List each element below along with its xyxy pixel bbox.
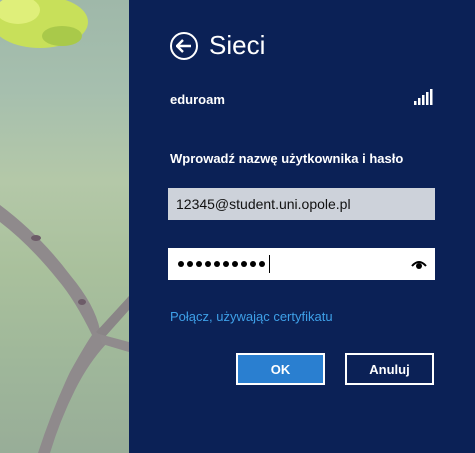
credentials-prompt: Wprowadź nazwę użytkownika i hasło [170,151,404,166]
password-mask [178,255,270,273]
back-button[interactable] [170,32,198,60]
network-name: eduroam [170,92,225,107]
eye-icon[interactable] [411,258,427,270]
ok-button[interactable]: OK [236,353,325,385]
username-field[interactable] [168,188,435,220]
wifi-signal-icon [414,89,433,105]
certificate-link[interactable]: Połącz, używając certyfikatu [170,309,333,324]
page-title: Sieci [209,30,266,60]
branch-photo [0,0,129,453]
cancel-button[interactable]: Anuluj [345,353,434,385]
password-field[interactable] [168,248,435,280]
back-arrow-icon [176,39,191,53]
desktop-wallpaper [0,0,129,453]
network-panel: Sieci eduroam Wprowadź nazwę użytkownika… [129,0,475,453]
